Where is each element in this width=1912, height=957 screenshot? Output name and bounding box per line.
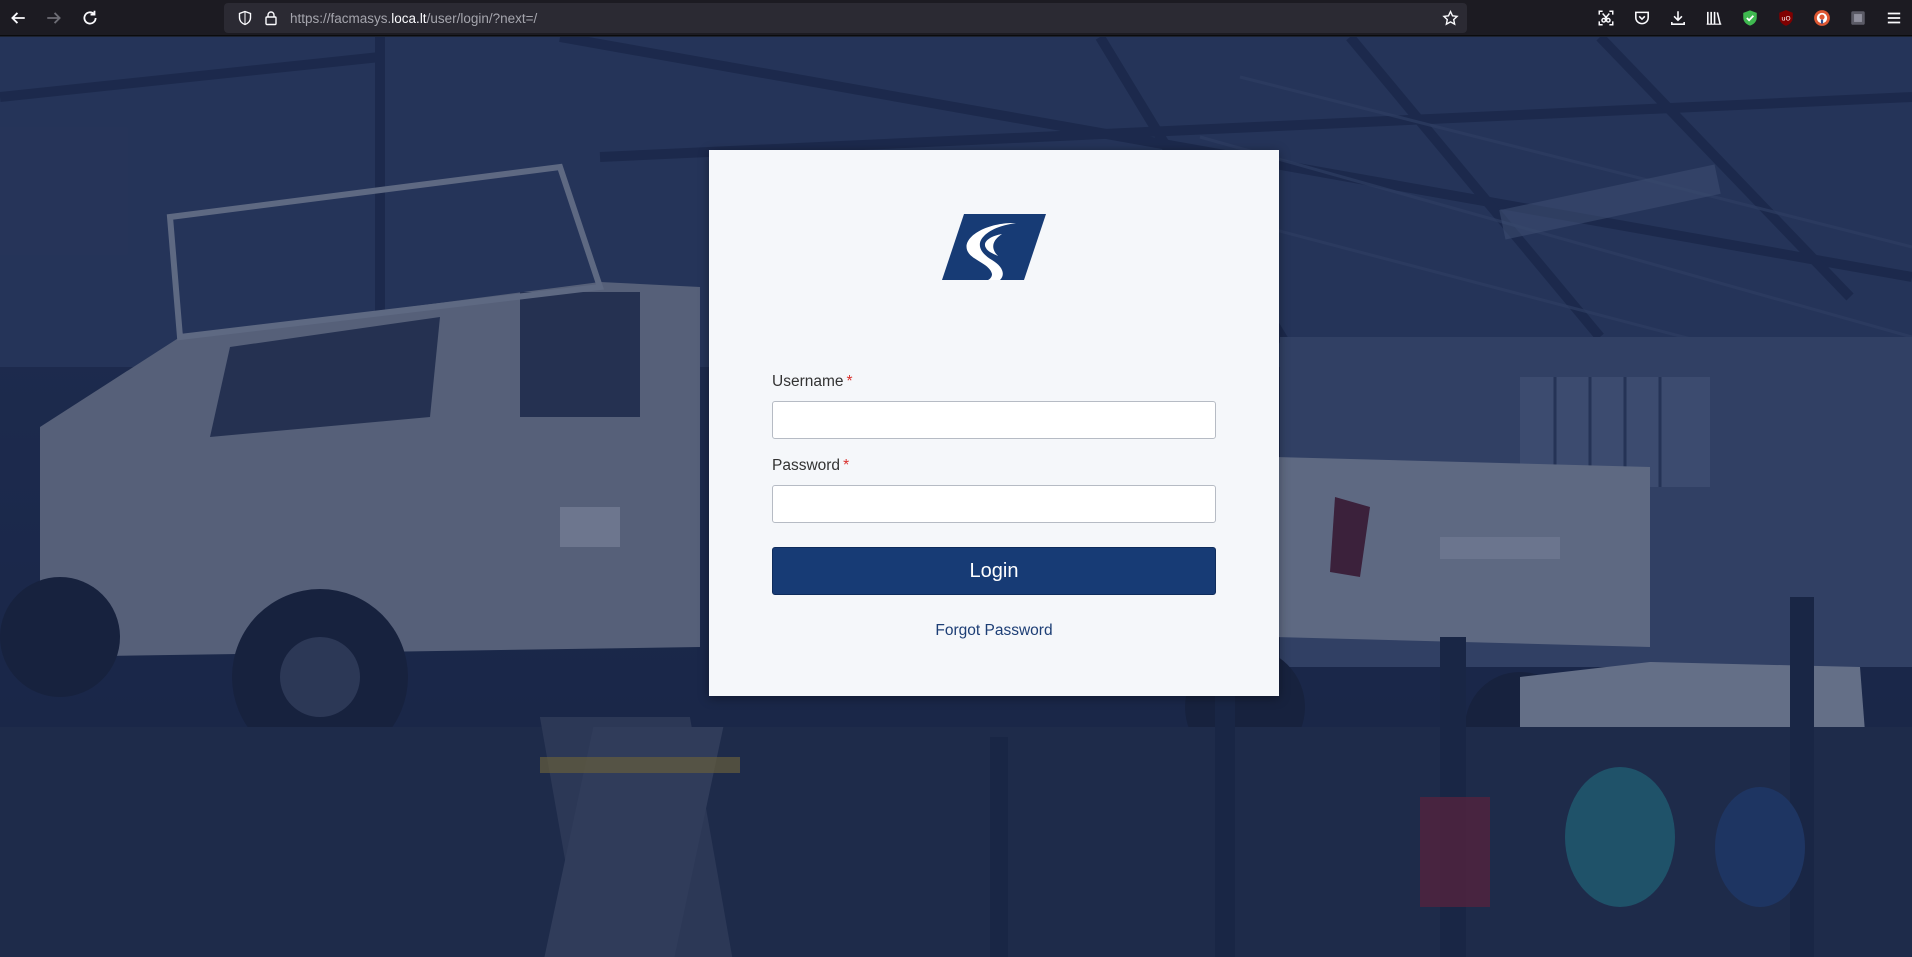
login-card: Username * Password * Login Forgot Passwor… (709, 150, 1279, 696)
required-marker: * (846, 373, 853, 390)
password-input[interactable] (772, 485, 1216, 523)
password-field: Password * (772, 455, 1216, 523)
reload-icon[interactable] (72, 0, 108, 36)
forward-arrow-icon[interactable] (36, 0, 72, 36)
login-button[interactable]: Login (772, 547, 1216, 595)
ublock-origin-icon[interactable]: uO (1768, 0, 1804, 36)
shield-icon[interactable] (232, 3, 258, 33)
login-page: Username * Password * Login Forgot Passwor… (0, 37, 1912, 957)
lock-icon[interactable] (258, 3, 284, 33)
screenshot-icon[interactable] (1588, 0, 1624, 36)
company-logo (942, 214, 1046, 280)
url-bar[interactable]: https://facmasys.loca.lt/user/login/?nex… (224, 3, 1467, 33)
browser-toolbar: https://facmasys.loca.lt/user/login/?nex… (0, 0, 1912, 36)
url-host: loca.lt (391, 10, 427, 26)
url-prefix: https://facmasys. (290, 10, 392, 26)
ublock-badge: uO (1781, 15, 1790, 23)
menu-icon[interactable] (1876, 0, 1912, 36)
extension-icon[interactable] (1840, 0, 1876, 36)
url-text[interactable]: https://facmasys.loca.lt/user/login/?nex… (290, 11, 1433, 26)
shield-extension-icon[interactable] (1732, 0, 1768, 36)
download-icon[interactable] (1660, 0, 1696, 36)
duckduckgo-icon[interactable] (1804, 0, 1840, 36)
url-path: /user/login/?next=/ (426, 10, 538, 26)
username-field: Username * (772, 371, 1216, 439)
library-icon[interactable] (1696, 0, 1732, 36)
pocket-icon[interactable] (1624, 0, 1660, 36)
back-arrow-icon[interactable] (0, 0, 36, 36)
username-input[interactable] (772, 401, 1216, 439)
bookmark-star-icon[interactable] (1433, 3, 1467, 33)
login-form: Username * Password * Login Forgot Passwor… (772, 371, 1216, 640)
forgot-password-link[interactable]: Forgot Password (772, 622, 1216, 640)
required-marker: * (843, 457, 850, 474)
toolbar-right: uO (1588, 0, 1912, 36)
password-label: Password * (772, 457, 850, 474)
username-label: Username * (772, 373, 853, 390)
